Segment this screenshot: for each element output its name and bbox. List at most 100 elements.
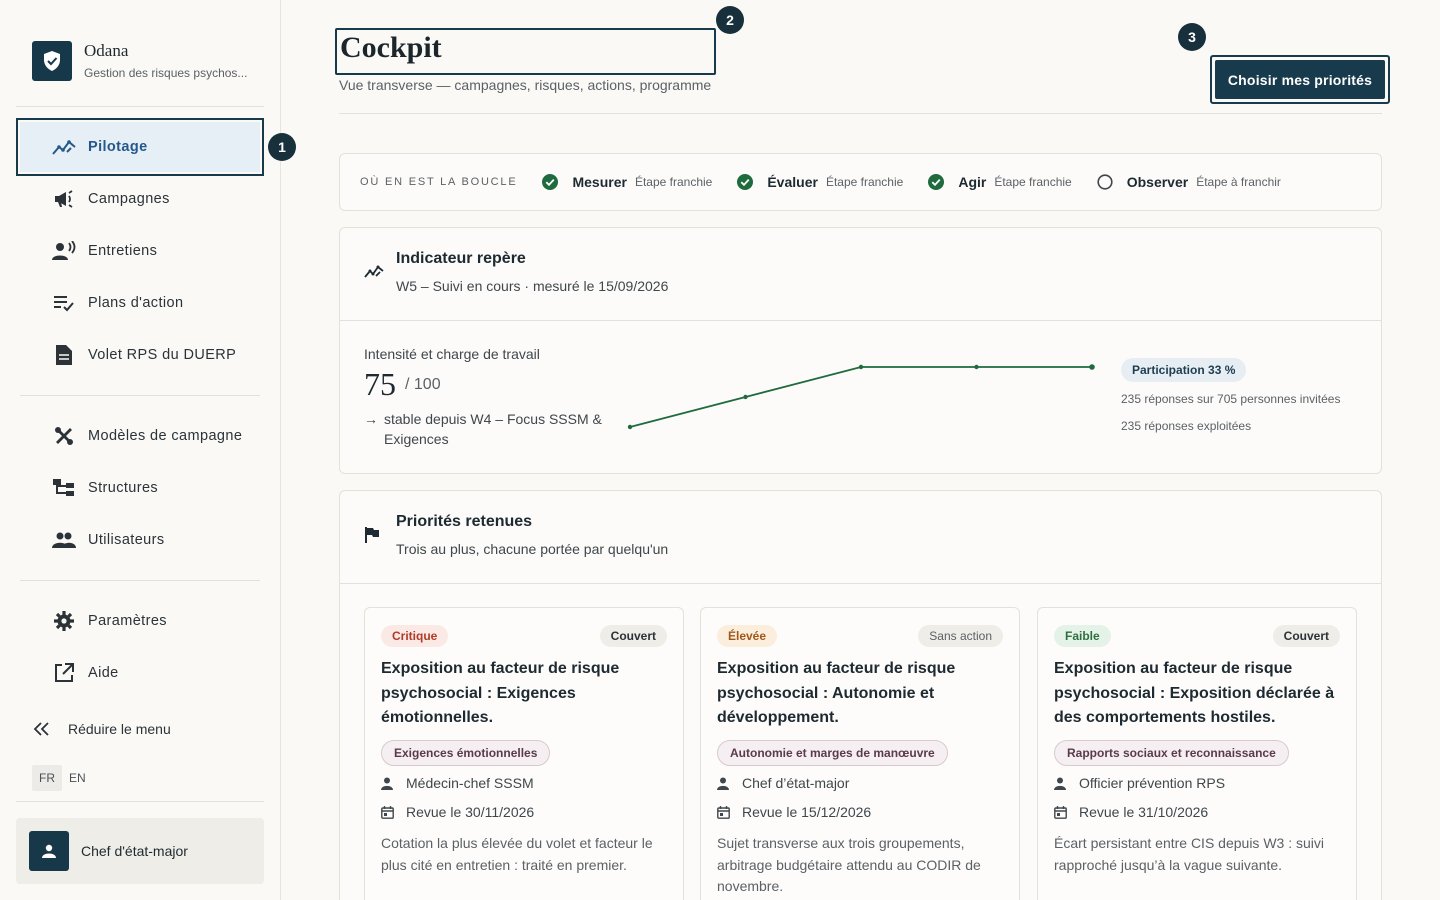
step-name: Observer <box>1126 174 1189 190</box>
divider <box>16 801 264 802</box>
metric-value: 75 <box>364 366 396 402</box>
owner-name: Officier prévention RPS <box>1079 775 1226 791</box>
check-circle-icon <box>928 174 945 190</box>
factor-tag[interactable]: Exigences émotionnelles <box>381 740 551 766</box>
sparkline-series <box>629 366 1092 428</box>
sidebar-item-structures[interactable]: Structures <box>20 463 260 513</box>
page-title: Cockpit <box>335 28 716 75</box>
trend-chart-icon <box>364 263 384 294</box>
sidebar-item-plans-action[interactable]: Plans d'action <box>20 278 260 328</box>
owner-name: Médecin-chef SSSM <box>406 775 534 791</box>
loop-status-card: OÙ EN EST LA BOUCLE Mesurer Étape franch… <box>339 153 1382 211</box>
priority-title: Exposition au facteur de risque psychoso… <box>381 660 620 726</box>
empty-circle-icon <box>1097 174 1113 190</box>
external-link-icon <box>52 661 76 685</box>
check-circle-icon <box>737 174 754 190</box>
sidebar-item-campagnes[interactable]: Campagnes <box>20 174 260 224</box>
sparkline-point <box>627 424 633 430</box>
user-card[interactable]: Chef d'état-major <box>16 818 264 884</box>
indicator-subtitle: W5 – Suivi en cours · mesuré le 15/09/20… <box>396 278 669 294</box>
status-badge: Couvert <box>1272 625 1340 647</box>
step-state: Étape franchie <box>825 175 904 189</box>
priority-title: Exposition au facteur de risque psychoso… <box>717 660 956 726</box>
priority-card[interactable]: Critique Couvert Exposition au facteur d… <box>364 607 684 900</box>
person-voice-icon <box>52 239 76 263</box>
sidebar-item-label: Utilisateurs <box>88 532 165 548</box>
divider <box>16 106 264 107</box>
review-date: Revue le 31/10/2026 <box>1079 804 1209 820</box>
metric-unit: / 100 <box>405 376 441 393</box>
arrow-right-icon: → <box>364 411 378 427</box>
priority-description: Sujet transverse aux trois groupements, … <box>717 835 981 894</box>
owner-name: Chef d’état-major <box>742 775 850 791</box>
loop-step-evaluer: Évaluer Étape franchie <box>737 174 903 190</box>
sidebar-item-label: Structures <box>88 480 159 496</box>
review-row: Revue le 31/10/2026 <box>1054 804 1208 820</box>
exploited-text: 235 réponses exploitées <box>1121 419 1252 433</box>
trend-text: stable depuis W4 – Focus SSSM & Exigence… <box>384 411 602 447</box>
gear-icon <box>52 609 76 633</box>
sidebar-item-duerp[interactable]: Volet RPS du DUERP <box>20 330 260 380</box>
loop-step-mesurer: Mesurer Étape franchie <box>542 174 712 190</box>
language-switcher: FR EN <box>32 765 93 791</box>
tour-step-3-badge[interactable]: 3 <box>1178 23 1206 51</box>
sidebar-item-entretiens[interactable]: Entretiens <box>20 226 260 276</box>
factor-tag[interactable]: Rapports sociaux et reconnaissance <box>1054 740 1289 766</box>
sparkline-point <box>974 364 979 370</box>
severity-badge: Faible <box>1054 625 1111 647</box>
checklist-icon <box>52 291 76 315</box>
calendar-icon <box>381 805 397 819</box>
sparkline-point <box>858 364 864 370</box>
divider <box>339 113 1382 114</box>
sparkline-chart <box>627 364 1095 430</box>
step-name: Évaluer <box>767 174 818 190</box>
owner-row: Médecin-chef SSSM <box>381 775 534 791</box>
sidebar-item-label: Volet RPS du DUERP <box>88 347 237 363</box>
choose-priorities-button[interactable]: Choisir mes priorités <box>1215 60 1385 99</box>
trend-chart-icon <box>52 135 76 159</box>
tour-step-1-badge[interactable]: 1 <box>268 133 296 161</box>
hierarchy-icon <box>52 476 76 500</box>
calendar-icon <box>717 805 733 819</box>
flag-icon <box>364 526 384 557</box>
priorities-subtitle: Trois au plus, chacune portée par quelqu… <box>396 541 669 557</box>
priorities-card: Priorités retenues Trois au plus, chacun… <box>339 490 1382 900</box>
step-name: Mesurer <box>572 174 627 190</box>
lang-fr[interactable]: FR <box>32 765 62 791</box>
collapse-menu-button[interactable]: Réduire le menu <box>33 721 171 737</box>
priority-card[interactable]: Faible Couvert Exposition au facteur de … <box>1037 607 1357 900</box>
brand[interactable]: Odana Gestion des risques psychos... <box>32 41 247 81</box>
divider <box>340 320 1381 321</box>
review-row: Revue le 30/11/2026 <box>381 804 534 820</box>
app-subtitle: Gestion des risques psychos... <box>84 66 248 80</box>
tools-icon <box>52 424 76 448</box>
sidebar-item-label: Paramètres <box>88 613 167 629</box>
person-icon <box>717 777 733 790</box>
sidebar: Odana Gestion des risques psychos... Pil… <box>0 0 281 900</box>
sidebar-item-label: Modèles de campagne <box>88 428 243 444</box>
factor-tag[interactable]: Autonomie et marges de manœuvre <box>717 740 948 766</box>
lang-en[interactable]: EN <box>62 765 93 791</box>
review-date: Revue le 30/11/2026 <box>406 804 535 820</box>
sidebar-item-aide[interactable]: Aide <box>20 648 260 698</box>
app-name: Odana <box>84 41 129 60</box>
priority-description: Écart persistant entre CIS depuis W3 : s… <box>1054 835 1324 873</box>
sparkline-point <box>1089 364 1095 370</box>
sparkline-point <box>743 394 748 400</box>
priority-title: Exposition au facteur de risque psychoso… <box>1054 660 1335 726</box>
responses-text: 235 réponses sur 705 personnes invitées <box>1121 392 1341 406</box>
status-badge: Sans action <box>918 625 1003 647</box>
document-icon <box>52 343 76 367</box>
step-state: Étape franchie <box>994 175 1072 189</box>
sidebar-item-modeles[interactable]: Modèles de campagne <box>20 411 260 461</box>
tour-step-2-badge[interactable]: 2 <box>716 6 744 34</box>
divider <box>20 580 260 581</box>
metric-trend: → stable depuis W4 – Focus SSSM & Exigen… <box>364 409 614 449</box>
step-name: Agir <box>958 174 987 190</box>
priority-card[interactable]: Élevée Sans action Exposition au facteur… <box>700 607 1020 900</box>
collapse-label: Réduire le menu <box>68 721 171 737</box>
sidebar-item-pilotage[interactable]: Pilotage <box>16 118 264 176</box>
sidebar-item-utilisateurs[interactable]: Utilisateurs <box>20 515 260 565</box>
sidebar-item-parametres[interactable]: Paramètres <box>20 596 260 646</box>
step-state: Étape à franchir <box>1196 175 1281 189</box>
